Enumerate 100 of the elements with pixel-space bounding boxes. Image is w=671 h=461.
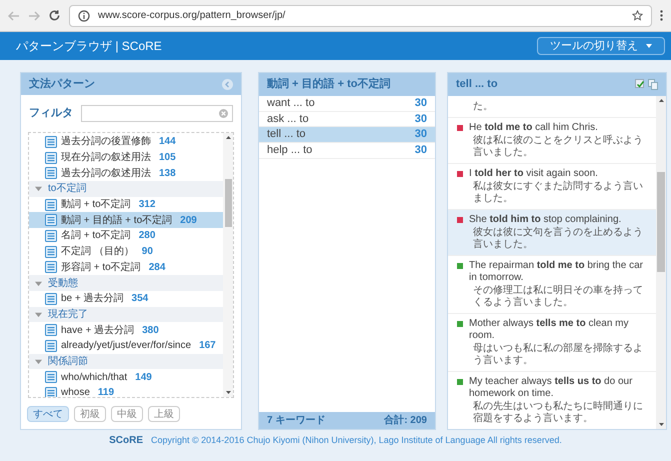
pattern-label: 動詞 + 目的語 + to不定詞 (61, 214, 172, 228)
scrollbar[interactable] (223, 133, 233, 397)
pattern-count: 280 (138, 229, 156, 244)
pattern-label: whose (61, 386, 90, 397)
forward-icon[interactable] (28, 10, 40, 20)
tool-switch-button[interactable]: ツールの切り替え (537, 37, 665, 55)
pattern-item[interactable]: 形容詞 + to不定詞 284 (29, 260, 223, 276)
clear-icon[interactable] (219, 109, 228, 118)
pattern-item[interactable]: 過去分詞の叙述用法 138 (29, 165, 223, 182)
group-header[interactable]: 関係詞節 (29, 354, 223, 370)
list-icon (45, 198, 57, 211)
caret-icon (35, 185, 42, 192)
keyword-count: 30 (414, 143, 427, 158)
pattern-item[interactable]: whose 119 (29, 385, 223, 397)
group-header[interactable]: 受動態 (29, 275, 223, 291)
pattern-label: 過去分詞の後置修飾 (61, 134, 151, 150)
panel-title: 文法パターン (29, 76, 95, 92)
copy-icon[interactable] (648, 79, 658, 90)
list-icon (45, 292, 57, 305)
pattern-item[interactable]: 現在分詞の叙述用法 105 (29, 150, 223, 166)
list-icon (45, 136, 57, 148)
keyword-row[interactable]: help ... to 30 (259, 143, 435, 159)
keyword-count: 30 (414, 112, 427, 127)
pattern-count: 149 (135, 370, 152, 385)
grand-total: 合計: 209 (384, 414, 427, 428)
scrollbar-thumb[interactable] (224, 179, 232, 227)
group-header[interactable]: 現在完了 (29, 306, 223, 322)
level-button[interactable]: 初級 (74, 406, 106, 422)
pattern-count: 90 (142, 245, 153, 260)
pattern-label: 過去分詞の叙述用法 (61, 166, 151, 181)
pattern-count: 380 (142, 324, 159, 338)
info-icon (78, 10, 90, 22)
pattern-label: 名詞 + to不定詞 (61, 228, 131, 244)
japanese-translation: 彼女は彼に文句を言うのを止めるよう言いました。 (472, 227, 644, 251)
pattern-item[interactable]: 名詞 + to不定詞 280 (29, 228, 223, 244)
pattern-label: 形容詞 + to不定詞 (61, 260, 141, 275)
address-bar[interactable]: www.score-corpus.org/pattern_browser/jp/ (69, 4, 652, 26)
pattern-item[interactable]: have + 過去分詞 380 (29, 322, 223, 338)
english-sentence: Mother always tells me to clean my room. (469, 318, 630, 342)
reload-icon[interactable] (48, 9, 61, 22)
japanese-translation: 母はいつも私に私の部屋を掃除するよう言います。 (472, 343, 644, 367)
checklist-icon[interactable] (635, 79, 645, 89)
pattern-count: 138 (159, 166, 176, 181)
scroll-down-icon[interactable] (658, 423, 664, 426)
pattern-item[interactable]: be + 過去分詞 354 (29, 290, 223, 307)
pattern-label: who/which/that (61, 370, 128, 385)
url-text: www.score-corpus.org/pattern_browser/jp/ (98, 9, 286, 23)
pattern-item[interactable]: 動詞 + 目的語 + to不定詞 209 (29, 212, 223, 228)
pattern-count: 209 (180, 214, 197, 228)
back-icon[interactable] (8, 10, 20, 20)
scroll-down-icon[interactable] (226, 391, 230, 394)
keyword-count: 30 (414, 127, 427, 142)
pattern-count: 284 (148, 260, 166, 275)
list-icon (45, 246, 57, 258)
scroll-up-icon[interactable] (226, 136, 230, 139)
english-sentence: My teacher always tells us to do our homework on time. (469, 376, 634, 400)
pattern-count: 119 (98, 386, 114, 397)
filter-field[interactable] (81, 105, 233, 122)
scrollbar[interactable] (656, 96, 666, 429)
list-icon (45, 230, 57, 242)
menu-icon[interactable] (660, 10, 663, 21)
keyword-text: want ... to (267, 96, 315, 112)
star-icon[interactable] (632, 10, 643, 21)
caret-icon (35, 310, 42, 318)
list-icon (45, 214, 57, 226)
copyright-text: Copyright © 2014-2016 Chujo Kiyomi (Nihon University), Lago Institute of Language All rights reserved. (151, 434, 562, 447)
pattern-item[interactable]: 不定詞 （目的） 90 (29, 244, 223, 260)
japanese-translation: 私は彼女にすぐまた訪問するよう言いました。 (472, 181, 644, 205)
pattern-label: have + 過去分詞 (61, 324, 134, 338)
filter-label: フィルタ (29, 106, 73, 122)
pattern-count: 312 (138, 198, 156, 212)
english-sentence: He told me to call him Chris. (469, 122, 599, 134)
pattern-label: 現在分詞の叙述用法 (61, 150, 151, 166)
japanese-translation: 私の先生はいつも私たちに時間通りに宿題をするよう言います。 (472, 401, 644, 425)
panel-title: tell ... to (456, 77, 498, 92)
pattern-item[interactable]: 過去分詞の後置修飾 144 (29, 134, 223, 150)
app-title: パターンブラウザ | SCoRE (16, 38, 162, 55)
pattern-item[interactable]: 動詞 + to不定詞 312 (29, 196, 223, 212)
level-button[interactable]: すべて (27, 406, 69, 422)
pattern-label: 不定詞 （目的） (61, 244, 134, 260)
example-item[interactable]: She told him to stop complaining. 彼女は彼に文句を言うのを止めるよう言いました。 (448, 210, 656, 256)
scrollbar-thumb[interactable] (657, 172, 665, 272)
example-item[interactable]: た。 (448, 96, 656, 118)
english-sentence: I told her to visit again soon. (469, 168, 599, 180)
english-sentence: The repairman told me to bring the car in tomorrow. (469, 260, 644, 284)
level-button[interactable]: 上級 (148, 406, 180, 422)
keyword-row[interactable]: want ... to 30 (259, 96, 435, 112)
japanese-translation: た。 (472, 101, 494, 113)
keyword-text: ask ... to (267, 112, 309, 127)
level-button[interactable]: 中級 (111, 406, 143, 422)
group-header[interactable]: to不定詞 (29, 181, 223, 197)
japanese-translation: その修理工は私に明日その車を持ってくるよう言いました。 (472, 285, 644, 309)
keyword-row[interactable]: tell ... to 30 (259, 127, 435, 144)
pattern-count: 167 (199, 339, 216, 354)
pattern-item[interactable]: who/which/that 149 (29, 369, 223, 385)
pattern-item[interactable]: already/yet/just/ever/for/since 167 (29, 338, 223, 354)
list-icon (45, 167, 57, 180)
keyword-count: 30 (414, 96, 427, 112)
collapse-icon[interactable] (222, 78, 233, 90)
scroll-up-icon[interactable] (658, 99, 664, 102)
